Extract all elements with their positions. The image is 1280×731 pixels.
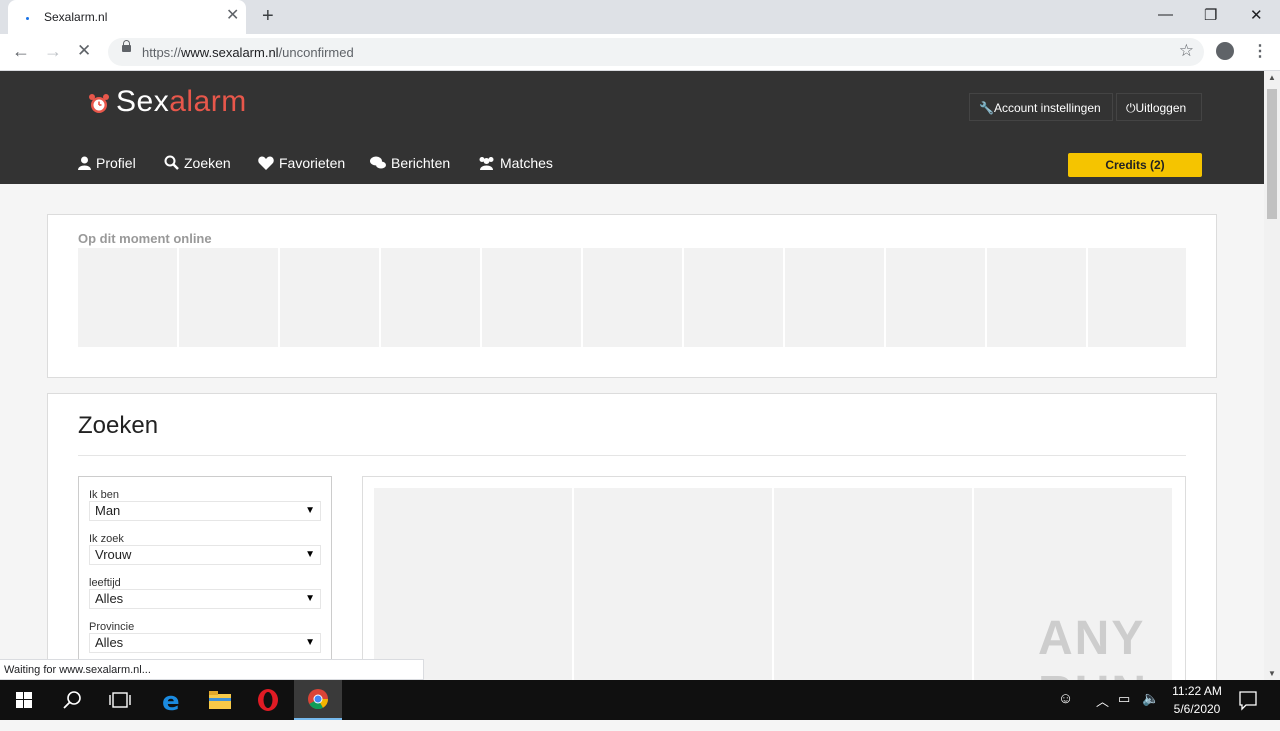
divider — [78, 455, 1186, 456]
chrome-icon — [308, 689, 329, 710]
address-bar[interactable]: https://www.sexalarm.nl/unconfirmed ☆ — [108, 38, 1204, 66]
province-select[interactable]: Alles ▼ — [89, 633, 321, 653]
gender-select[interactable]: Man ▼ — [89, 501, 321, 521]
network-icon[interactable]: ▭ — [1118, 691, 1130, 731]
status-bubble: Waiting for www.sexalarm.nl... — [0, 659, 424, 680]
online-profile-thumb[interactable] — [583, 248, 682, 347]
heart-icon — [258, 156, 274, 170]
people-icon[interactable]: ☺ — [1058, 690, 1073, 730]
windows-start-icon[interactable] — [0, 680, 48, 720]
nav-favorieten[interactable]: Favorieten — [258, 155, 345, 171]
restore-icon[interactable]: ❐ — [1204, 6, 1217, 24]
online-profile-thumb[interactable] — [482, 248, 581, 347]
logout-button[interactable]: ⏻Uitloggen — [1116, 93, 1202, 121]
dropdown-arrow-icon: ▼ — [305, 549, 315, 560]
opera-icon[interactable] — [244, 680, 292, 720]
online-profile-thumb[interactable] — [785, 248, 884, 347]
search-icon — [164, 155, 179, 170]
result-profile-card[interactable] — [374, 488, 572, 680]
online-now-panel: Op dit moment online — [47, 214, 1217, 378]
online-profile-thumb[interactable] — [179, 248, 278, 347]
nav-zoeken[interactable]: Zoeken — [164, 155, 231, 171]
volume-icon[interactable]: 🔈 — [1142, 690, 1159, 730]
tab-strip: Sexalarm.nl ✕ + — ❐ ✕ — [0, 0, 1280, 34]
logo-text: Sexalarm — [116, 85, 247, 118]
page-viewport: Sexalarm 🔧Account instellingen ⏻Uitlogge… — [0, 71, 1264, 680]
minimize-icon[interactable]: — — [1158, 6, 1173, 23]
online-profile-thumb[interactable] — [886, 248, 985, 347]
online-profile-thumb[interactable] — [1088, 248, 1186, 347]
edge-icon[interactable]: e — [148, 680, 196, 720]
clock-time[interactable]: 11:22 AM — [1170, 684, 1224, 698]
dropdown-arrow-icon: ▼ — [305, 593, 315, 604]
alarm-clock-icon — [89, 94, 109, 113]
result-profile-card[interactable] — [574, 488, 772, 680]
filter-label: Provincie — [89, 621, 135, 633]
new-tab-button[interactable]: + — [262, 6, 274, 26]
site-header: Sexalarm 🔧Account instellingen ⏻Uitlogge… — [0, 71, 1264, 184]
dropdown-arrow-icon: ▼ — [305, 637, 315, 648]
account-settings-button[interactable]: 🔧Account instellingen — [969, 93, 1113, 121]
nav-berichten[interactable]: Berichten — [370, 155, 450, 171]
browser-toolbar: ← → ✕ https://www.sexalarm.nl/unconfirme… — [0, 34, 1280, 71]
lock-icon — [122, 40, 131, 52]
notification-icon[interactable] — [1232, 680, 1280, 720]
online-profile-thumb[interactable] — [987, 248, 1086, 347]
scroll-thumb[interactable] — [1267, 89, 1277, 219]
users-icon — [479, 157, 494, 170]
age-select[interactable]: Alles ▼ — [89, 589, 321, 609]
seeking-select[interactable]: Vrouw ▼ — [89, 545, 321, 565]
profile-avatar-icon[interactable] — [1216, 42, 1234, 60]
scroll-down-icon[interactable]: ▼ — [1268, 669, 1276, 678]
browser-menu-icon[interactable]: ⋮ — [1252, 41, 1268, 61]
window-close-icon[interactable]: ✕ — [1250, 6, 1263, 24]
power-icon: ⏻ — [1126, 101, 1136, 115]
filter-label: leeftijd — [89, 577, 121, 589]
file-explorer-icon[interactable] — [196, 680, 244, 720]
watermark: ANY RUN — [1038, 612, 1146, 680]
search-icon[interactable] — [48, 680, 96, 720]
loading-favicon-icon — [24, 14, 30, 20]
bookmark-star-icon[interactable]: ☆ — [1179, 41, 1194, 61]
page-scrollbar[interactable]: ▲ ▼ — [1264, 71, 1280, 680]
online-profile-thumb[interactable] — [381, 248, 480, 347]
back-icon[interactable]: ← — [12, 40, 30, 62]
nav-profiel[interactable]: Profiel — [78, 155, 136, 171]
task-view-icon[interactable] — [96, 680, 144, 720]
forward-icon[interactable]: → — [44, 40, 62, 62]
result-profile-card[interactable] — [774, 488, 972, 680]
online-now-title: Op dit moment online — [78, 231, 212, 246]
credits-button[interactable]: Credits (2) — [1068, 153, 1202, 177]
filter-label: Ik ben — [89, 489, 119, 501]
chevron-up-icon[interactable]: ︿ — [1096, 691, 1109, 731]
taskbar: e ☺ ︿ ▭ 🔈 11:22 AM 5/6/2020 — [0, 680, 1280, 720]
online-profile-thumb[interactable] — [78, 248, 177, 347]
chat-icon — [370, 156, 386, 169]
url-text: https://www.sexalarm.nl/unconfirmed — [142, 45, 354, 60]
clock-date[interactable]: 5/6/2020 — [1170, 702, 1224, 716]
nav-matches[interactable]: Matches — [478, 155, 553, 171]
dropdown-arrow-icon: ▼ — [305, 505, 315, 516]
filter-label: Ik zoek — [89, 533, 124, 545]
stop-loading-icon[interactable]: ✕ — [77, 40, 91, 62]
online-profile-thumb[interactable] — [280, 248, 379, 347]
svg-text:e: e — [162, 687, 180, 717]
scroll-up-icon[interactable]: ▲ — [1268, 73, 1276, 82]
tab-close-icon[interactable]: ✕ — [226, 8, 239, 24]
search-filter-form: Ik ben Man ▼ Ik zoek Vrouw ▼ leeftijd Alle… — [78, 476, 332, 676]
chrome-taskbar-button[interactable] — [294, 680, 342, 720]
tab-title: Sexalarm.nl — [44, 10, 108, 24]
online-profile-thumb[interactable] — [684, 248, 783, 347]
wrench-icon: 🔧 — [979, 101, 994, 115]
browser-tab[interactable]: Sexalarm.nl ✕ — [8, 0, 246, 34]
user-icon — [78, 156, 91, 170]
search-title: Zoeken — [78, 412, 159, 439]
